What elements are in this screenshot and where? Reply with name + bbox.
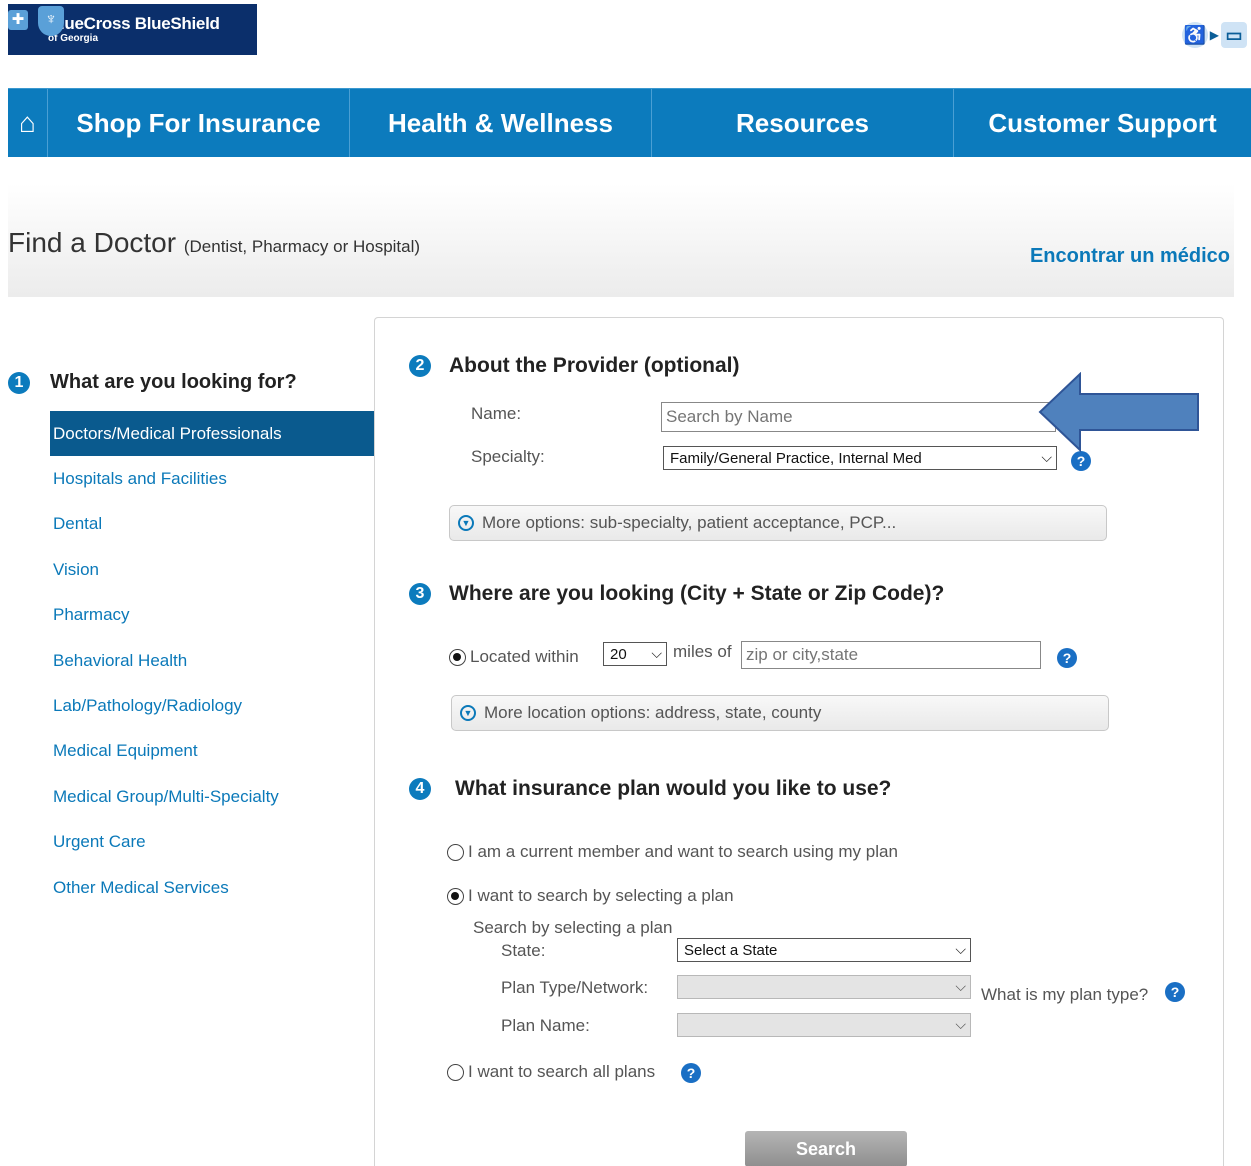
brand-logo[interactable]: ✚ ♆ BlueCross BlueShield of Georgia [8, 4, 257, 55]
radio-dot [449, 648, 466, 666]
provider-type-behavioral[interactable]: Behavioral Health [50, 638, 400, 683]
provider-type-pharmacy[interactable]: Pharmacy [50, 593, 400, 638]
located-within-radio[interactable]: Located within [449, 647, 579, 667]
step3-heading: 3 Where are you looking (City + State or… [409, 582, 944, 606]
annotation-arrow-icon [1038, 372, 1199, 452]
provider-type-equipment[interactable]: Medical Equipment [50, 729, 400, 774]
nav-resources[interactable]: Resources [652, 89, 954, 157]
provider-type-list: Doctors/Medical Professionals Hospitals … [50, 411, 400, 910]
specialty-help-icon[interactable]: ? [1071, 451, 1091, 471]
state-label: State: [501, 941, 546, 960]
plan-name-select[interactable]: ⌵ [677, 1013, 971, 1037]
provider-type-lab[interactable]: Lab/Pathology/Radiology [50, 683, 400, 728]
chevron-down-icon: ⌵ [955, 1016, 966, 1032]
nav-health-wellness[interactable]: Health & Wellness [350, 89, 652, 157]
chevron-down-icon: ⌵ [651, 645, 662, 661]
miles-select[interactable]: 20 ⌵ [603, 642, 667, 666]
spanish-link[interactable]: Encontrar un médico [1030, 245, 1230, 268]
search-button[interactable]: Search [745, 1131, 907, 1166]
name-label: Name: [471, 404, 522, 423]
page-subtitle: (Dentist, Pharmacy or Hospital) [183, 237, 421, 256]
select-plan-radio[interactable]: I want to search by selecting a plan [447, 886, 734, 906]
state-select[interactable]: Select a State ⌵ [677, 938, 971, 962]
shield-icon: ♆ [38, 6, 64, 36]
step4-heading: 4 What insurance plan would you like to … [409, 777, 891, 801]
all-plans-help-icon[interactable]: ? [681, 1063, 701, 1083]
brand-region: of Georgia [48, 33, 99, 44]
wheelchair-icon[interactable]: ♿ [1181, 22, 1208, 48]
accessibility-tools: ♿ ▶ ▭ [1181, 22, 1247, 48]
cross-icon: ✚ [8, 10, 28, 30]
more-provider-options[interactable]: ▼ More options: sub-specialty, patient a… [449, 505, 1107, 541]
provider-type-urgent-care[interactable]: Urgent Care [50, 820, 400, 865]
step-number: 2 [409, 355, 431, 377]
expand-circle-icon: ▼ [458, 515, 474, 531]
radio-dot [447, 1063, 464, 1081]
current-member-radio[interactable]: I am a current member and want to search… [447, 842, 898, 862]
provider-type-vision[interactable]: Vision [50, 547, 400, 592]
provider-type-doctors[interactable]: Doctors/Medical Professionals [50, 411, 399, 457]
step1-heading: 1 What are you looking for? [8, 371, 297, 394]
step-number: 3 [409, 583, 431, 605]
all-plans-radio[interactable]: I want to search all plans [447, 1062, 655, 1082]
nav-shop-for-insurance[interactable]: Shop For Insurance [48, 89, 350, 157]
step-number: 1 [8, 371, 30, 394]
provider-type-medical-group[interactable]: Medical Group/Multi-Specialty [50, 774, 400, 819]
nav-customer-support[interactable]: Customer Support [954, 89, 1251, 157]
play-arrow-icon: ▶ [1209, 28, 1219, 42]
specialty-select[interactable]: Family/General Practice, Internal Med ⌵ [663, 446, 1057, 470]
plan-type-select[interactable]: ⌵ [677, 975, 971, 999]
plan-type-help-icon[interactable]: ? [1165, 982, 1185, 1002]
name-search-input[interactable] [661, 402, 1056, 432]
brand-name: BlueCross BlueShield [48, 14, 220, 33]
step-number: 4 [409, 778, 431, 800]
main-nav: ⌂ Shop For Insurance Health & Wellness R… [8, 88, 1251, 157]
select-plan-subheading: Search by selecting a plan [473, 918, 673, 937]
miles-of-label: miles of [673, 642, 732, 661]
specialty-label: Specialty: [471, 447, 545, 466]
chevron-down-icon: ⌵ [955, 941, 966, 957]
step2-heading: 2 About the Provider (optional) [409, 354, 739, 378]
radio-dot [447, 887, 464, 905]
more-location-options[interactable]: ▼ More location options: address, state,… [451, 695, 1109, 731]
provider-type-hospitals[interactable]: Hospitals and Facilities [50, 456, 400, 501]
plan-type-label: Plan Type/Network: [501, 978, 649, 997]
provider-type-dental[interactable]: Dental [50, 502, 400, 547]
provider-type-other[interactable]: Other Medical Services [50, 865, 400, 910]
computer-icon[interactable]: ▭ [1221, 22, 1247, 48]
plan-type-help-link[interactable]: What is my plan type? [981, 985, 1148, 1005]
plan-name-label: Plan Name: [501, 1016, 590, 1035]
home-icon[interactable]: ⌂ [8, 89, 48, 157]
expand-circle-icon: ▼ [460, 705, 476, 721]
radio-dot [447, 843, 464, 861]
location-input[interactable] [741, 641, 1041, 669]
chevron-down-icon: ⌵ [955, 978, 966, 994]
page-title: Find a Doctor (Dentist, Pharmacy or Hosp… [8, 227, 421, 258]
title-bar: Find a Doctor (Dentist, Pharmacy or Hosp… [8, 183, 1234, 297]
location-help-icon[interactable]: ? [1057, 648, 1077, 668]
